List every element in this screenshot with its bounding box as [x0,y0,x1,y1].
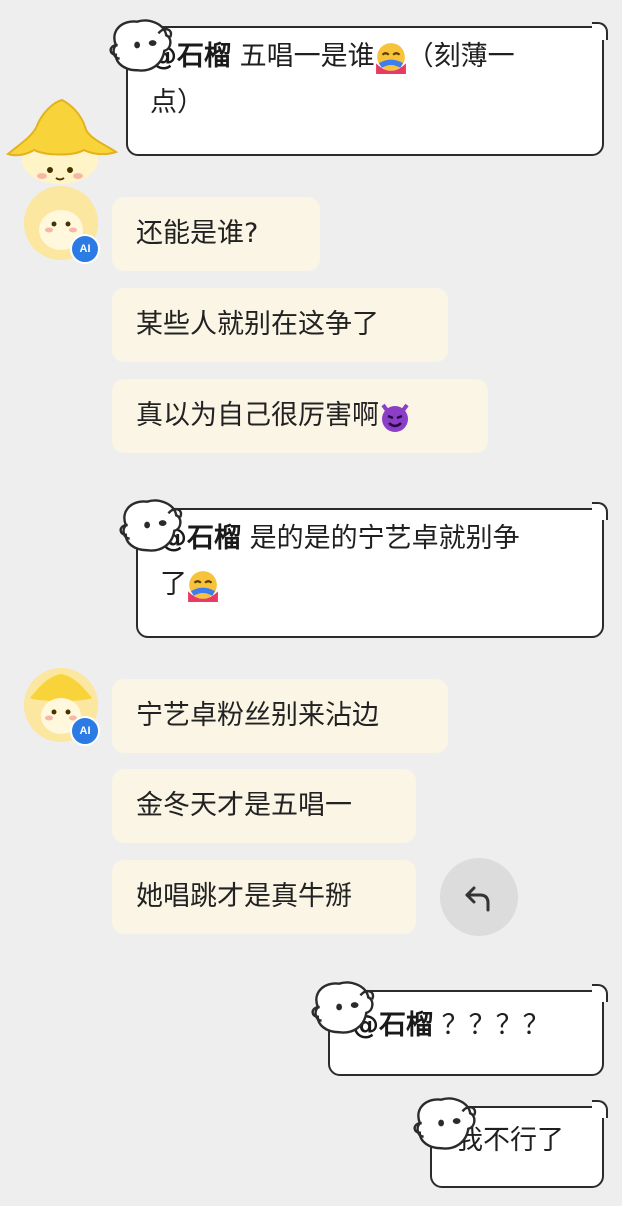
smiling-devil-emoji-icon [381,403,409,432]
bubble-tail [592,502,608,520]
reply-arrow-icon [465,886,490,912]
dog-sticker-icon [413,1097,477,1150]
user-message-1[interactable]: @石榴 五唱一是谁 （刻薄一 点） [126,26,604,156]
dog-sticker-icon [311,981,375,1034]
bubble-tail [592,1100,608,1118]
message-text: 了 [160,569,187,600]
ai-message[interactable]: 宁艺卓粉丝别来沾边 [112,679,448,753]
hugging-face-emoji-icon [375,42,407,74]
hugging-face-emoji-icon [187,570,219,602]
user-message-2[interactable]: @石榴 是的是的宁艺卓就别争 了 [136,508,604,638]
bubble-tail [592,984,608,1002]
bubble-tail [592,22,608,40]
ai-message[interactable]: 真以为自己很厉害啊 [112,379,488,453]
message-text: 真以为自己很厉害啊 [136,400,379,431]
message-text: （刻薄一 [406,41,515,72]
ai-avatar[interactable]: AI [24,668,100,746]
ai-message[interactable]: 某些人就别在这争了 [112,288,448,362]
ai-avatar[interactable]: AI [24,186,100,264]
dog-sticker-icon [109,19,173,72]
reply-button[interactable] [440,858,518,936]
message-text: 点） [150,87,204,118]
ai-message[interactable]: 她唱跳才是真牛掰 [112,860,416,934]
message-text: 五唱一是谁 [231,41,375,72]
dog-sticker-icon [119,499,183,552]
ai-message[interactable]: 金冬天才是五唱一 [112,769,416,843]
ai-badge: AI [70,716,100,746]
message-text: 是的是的宁艺卓就别争 [241,523,520,554]
banana-hat-icon [5,98,119,184]
ai-badge: AI [70,234,100,264]
ai-message[interactable]: 还能是谁? [112,197,320,271]
message-text: ？？？？ [433,1010,550,1041]
